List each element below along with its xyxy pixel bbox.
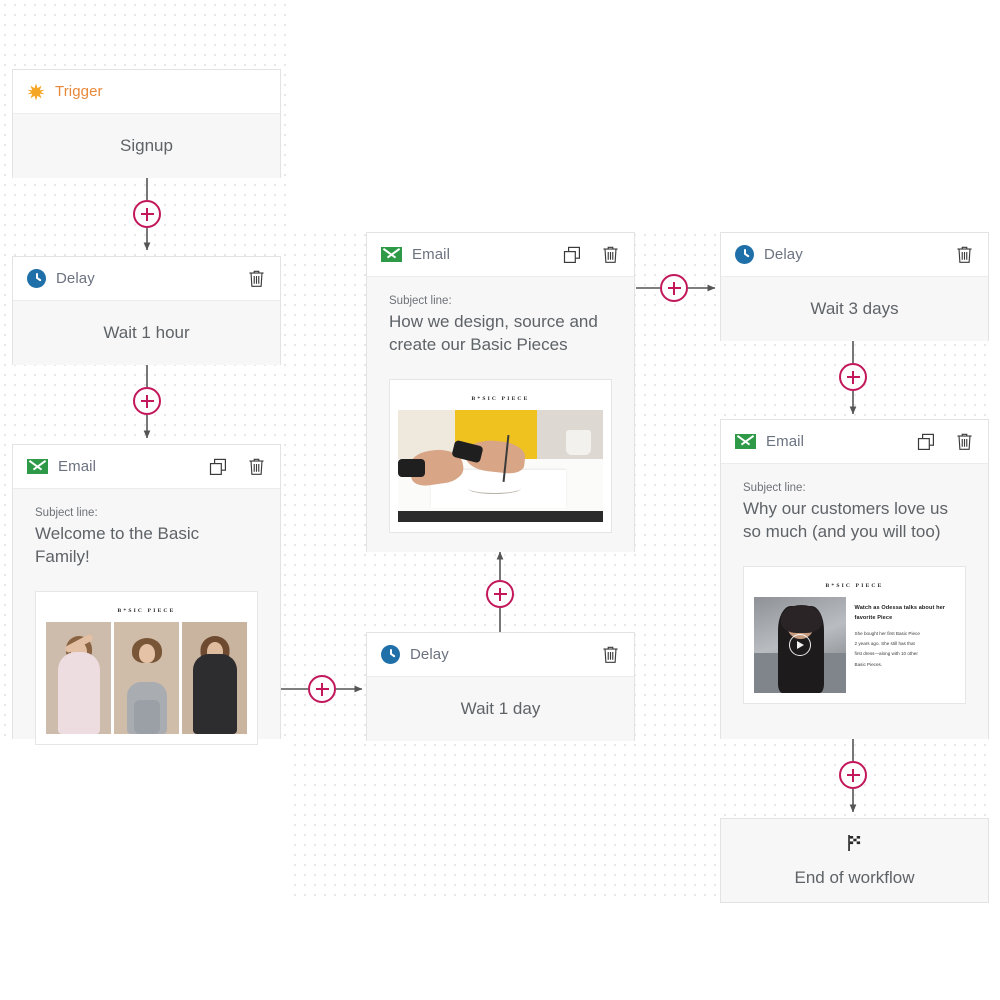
node-delay-1-header: Delay (13, 257, 280, 301)
node-delay-2-body: Wait 1 day (367, 677, 634, 741)
node-email-2-actions (562, 245, 620, 265)
email-preview-thumbnail[interactable]: B*SIC PIECE Watch as Odessa talks about … (743, 565, 966, 704)
envelope-icon (735, 434, 756, 449)
node-email-1[interactable]: Email Subject line: Welcome to the Basic… (12, 444, 281, 745)
node-trigger-body: Signup (13, 114, 280, 178)
workflow-canvas[interactable]: Trigger Signup Delay Wait 1 hour Email S… (0, 0, 1000, 1000)
clock-icon (735, 245, 754, 264)
node-delay-3-body: Wait 3 days (721, 277, 988, 341)
preview-sketch-image (398, 409, 603, 522)
node-email-2-body: Subject line: How we design, source and … (367, 277, 634, 552)
node-email-1-body: Subject line: Welcome to the Basic Famil… (13, 489, 280, 745)
preview-model-gray (114, 621, 179, 734)
node-email-1-header: Email (13, 445, 280, 489)
add-step-button-after-delay-2[interactable] (486, 580, 514, 608)
node-email-2-type-label: Email (412, 246, 451, 263)
trash-icon[interactable] (600, 245, 620, 265)
node-delay-3-actions (954, 245, 974, 265)
canvas-blank-area (292, 0, 1000, 230)
envelope-icon (381, 247, 402, 262)
add-step-button-after-delay-1[interactable] (133, 387, 161, 415)
subject-line-label: Subject line: (389, 295, 452, 307)
node-email-2[interactable]: Email Subject line: How we design, sourc… (366, 232, 635, 552)
node-delay-2-title: Wait 1 day (460, 699, 541, 718)
canvas-blank-area (0, 900, 1000, 1000)
node-delay-3-type-label: Delay (764, 246, 803, 263)
trash-icon[interactable] (246, 457, 266, 477)
node-delay-1-title: Wait 1 hour (103, 323, 190, 342)
add-step-button-after-email-1[interactable] (308, 675, 336, 703)
copy-icon[interactable] (208, 457, 228, 477)
preview-video-thumbnail[interactable] (754, 596, 846, 693)
add-step-button-after-email-2[interactable] (660, 274, 688, 302)
node-email-3-type-label: Email (766, 433, 805, 450)
trash-icon[interactable] (954, 432, 974, 452)
preview-testimonial-layout: Watch as Odessa talks about her favorite… (752, 596, 957, 693)
add-step-button-after-email-3[interactable] (839, 761, 867, 789)
copy-icon[interactable] (562, 245, 582, 265)
canvas-blank-area (992, 0, 1000, 1000)
end-of-workflow-label: End of workflow (794, 868, 915, 887)
node-email-3[interactable]: Email Subject line: Why our customers lo… (720, 419, 989, 739)
email-preview-thumbnail[interactable]: B*SIC PIECE (35, 590, 258, 745)
copy-icon[interactable] (916, 432, 936, 452)
preview-testimonial-body: She bought her first Basic Piece 2 years… (855, 629, 953, 670)
canvas-blank-area (0, 740, 290, 1000)
node-delay-2-actions (600, 645, 620, 665)
node-end-of-workflow[interactable]: End of workflow (720, 818, 989, 903)
preview-brand-name: B*SIC PIECE (117, 607, 176, 614)
checkered-flag-icon (845, 833, 865, 858)
envelope-icon (27, 459, 48, 474)
node-trigger-type-label: Trigger (55, 83, 103, 100)
node-delay-1[interactable]: Delay Wait 1 hour (12, 256, 281, 365)
end-of-workflow-content: End of workflow (721, 819, 988, 902)
preview-model-pink (46, 621, 111, 734)
node-trigger[interactable]: Trigger Signup (12, 69, 281, 178)
node-email-1-actions (208, 457, 266, 477)
node-delay-2-header: Delay (367, 633, 634, 677)
node-email-2-subject: How we design, source and create our Bas… (389, 312, 598, 354)
preview-brand-name: B*SIC PIECE (825, 582, 884, 589)
preview-models-strip (44, 621, 249, 734)
starburst-icon (27, 82, 45, 101)
node-email-3-header: Email (721, 420, 988, 464)
node-email-3-actions (916, 432, 974, 452)
clock-icon (381, 645, 400, 664)
preview-body-line: Basic Pieces. (854, 661, 883, 667)
preview-body-line: first dress—along with 10 other (854, 651, 918, 657)
clock-icon (27, 269, 46, 288)
subject-line-label: Subject line: (35, 507, 98, 519)
node-delay-3-header: Delay (721, 233, 988, 277)
node-delay-2[interactable]: Delay Wait 1 day (366, 632, 635, 741)
preview-body-line: 2 years ago. She still has that (854, 640, 915, 646)
preview-testimonial-copy: Watch as Odessa talks about her favorite… (855, 597, 953, 693)
node-email-3-body: Subject line: Why our customers love us … (721, 464, 988, 739)
node-email-1-subject: Welcome to the Basic Family! (35, 524, 200, 566)
preview-body-line: She bought her first Basic Piece (854, 630, 920, 636)
preview-model-black (182, 621, 247, 734)
subject-line-label: Subject line: (743, 482, 806, 494)
node-trigger-header: Trigger (13, 70, 280, 114)
node-email-3-subject: Why our customers love us so much (and y… (743, 499, 949, 541)
node-delay-2-type-label: Delay (410, 646, 449, 663)
node-delay-1-actions (246, 269, 266, 289)
add-step-button-after-delay-3[interactable] (839, 363, 867, 391)
play-icon[interactable] (788, 633, 811, 656)
preview-testimonial-headline: Watch as Odessa talks about her favorite… (854, 604, 946, 622)
node-delay-3[interactable]: Delay Wait 3 days (720, 232, 989, 341)
add-step-button-after-trigger[interactable] (133, 200, 161, 228)
node-trigger-title: Signup (120, 136, 173, 155)
node-email-1-type-label: Email (58, 458, 97, 475)
email-preview-thumbnail[interactable]: B*SIC PIECE (389, 378, 612, 533)
trash-icon[interactable] (954, 245, 974, 265)
node-email-2-header: Email (367, 233, 634, 277)
canvas-blank-area (292, 0, 1000, 232)
node-delay-1-body: Wait 1 hour (13, 301, 280, 365)
trash-icon[interactable] (600, 645, 620, 665)
node-delay-3-title: Wait 3 days (810, 299, 899, 318)
preview-brand-name: B*SIC PIECE (471, 395, 530, 402)
trash-icon[interactable] (246, 269, 266, 289)
node-delay-1-type-label: Delay (56, 270, 95, 287)
